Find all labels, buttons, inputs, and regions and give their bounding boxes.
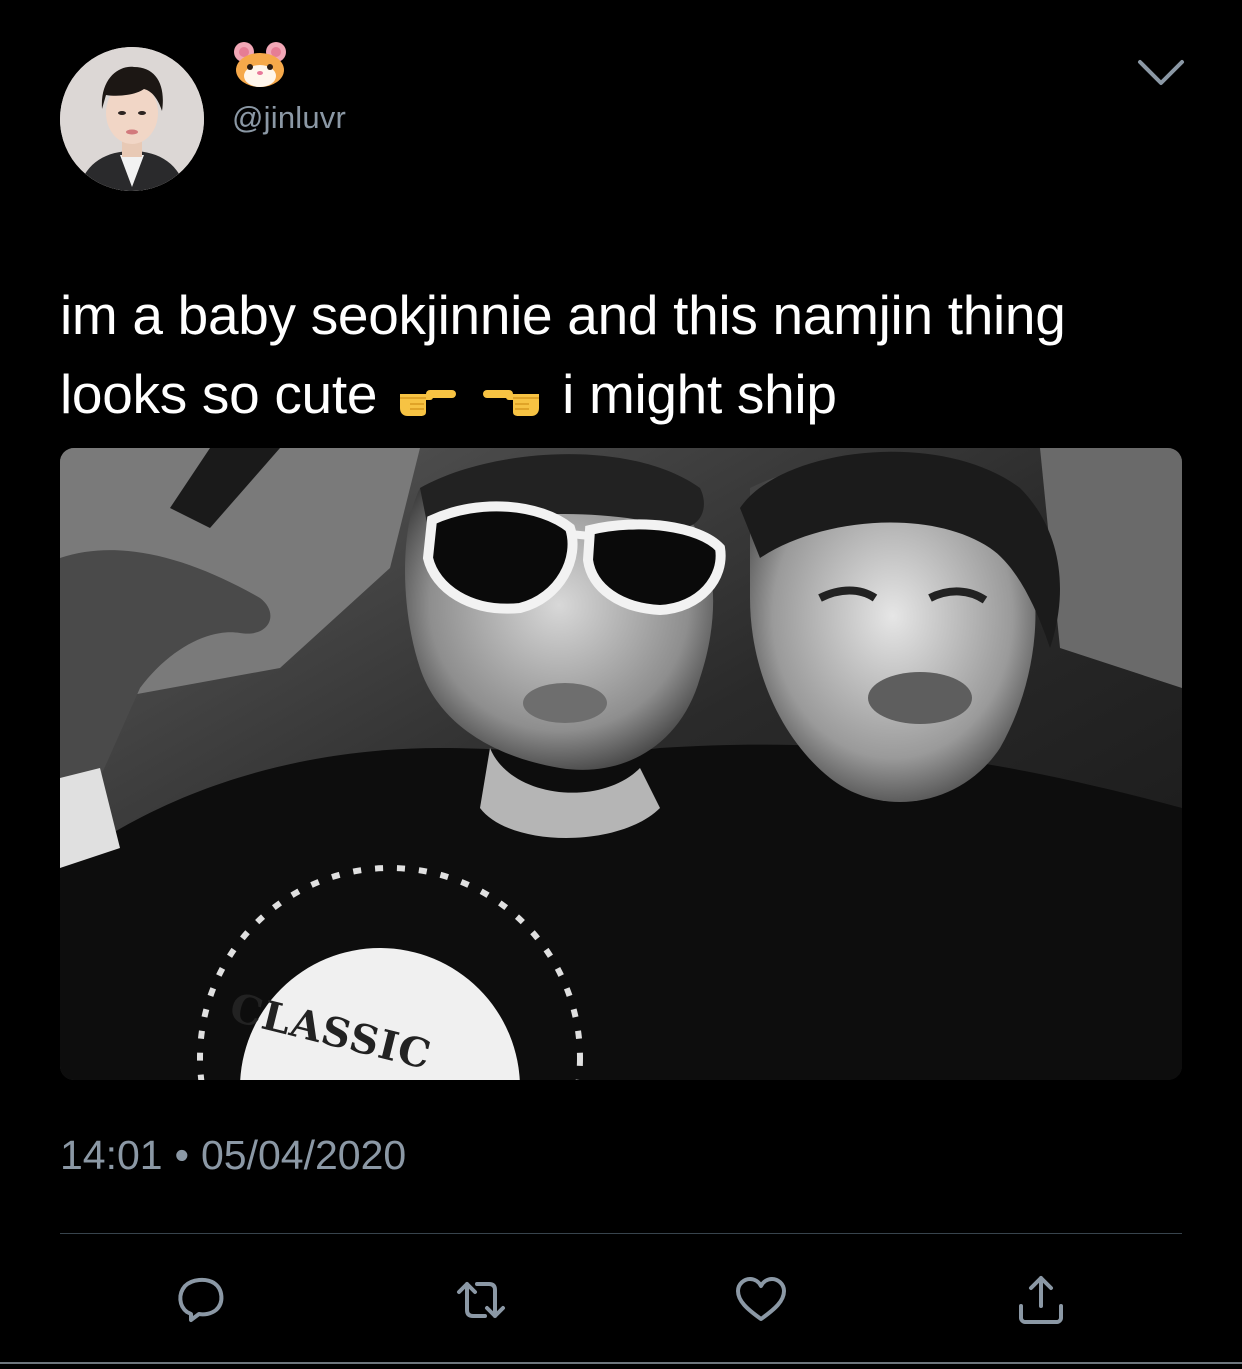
backhand-index-pointing-left-icon	[481, 378, 543, 418]
chevron-down-icon[interactable]	[1136, 54, 1186, 90]
heart-icon	[736, 1277, 786, 1321]
user-handle[interactable]: @jinluvr	[232, 100, 346, 136]
meta-separator: •	[174, 1132, 189, 1178]
backhand-index-pointing-right-icon	[396, 378, 458, 418]
like-button[interactable]	[733, 1272, 789, 1328]
retweet-button[interactable]	[453, 1272, 509, 1328]
share-button[interactable]	[1013, 1272, 1069, 1328]
divider	[60, 1233, 1182, 1234]
hamster-face-icon[interactable]	[232, 40, 288, 88]
tweet-timestamp[interactable]: 14:01 • 05/04/2020	[60, 1132, 406, 1179]
bottom-border	[0, 1362, 1242, 1364]
avatar[interactable]	[60, 47, 204, 191]
tweet-text: im a baby seokjinnie and this namjin thi…	[60, 276, 1190, 434]
tweet-text-part-2: i might ship	[562, 363, 837, 425]
tweet-media-image[interactable]: CLASSIC	[60, 448, 1182, 1080]
avatar-photo	[60, 47, 204, 191]
retweet-icon	[457, 1282, 505, 1318]
reply-icon	[178, 1277, 224, 1322]
tweet-time: 14:01	[60, 1132, 163, 1178]
tweet-date: 05/04/2020	[200, 1132, 407, 1178]
share-icon	[1019, 1276, 1063, 1324]
reply-button[interactable]	[173, 1272, 229, 1328]
